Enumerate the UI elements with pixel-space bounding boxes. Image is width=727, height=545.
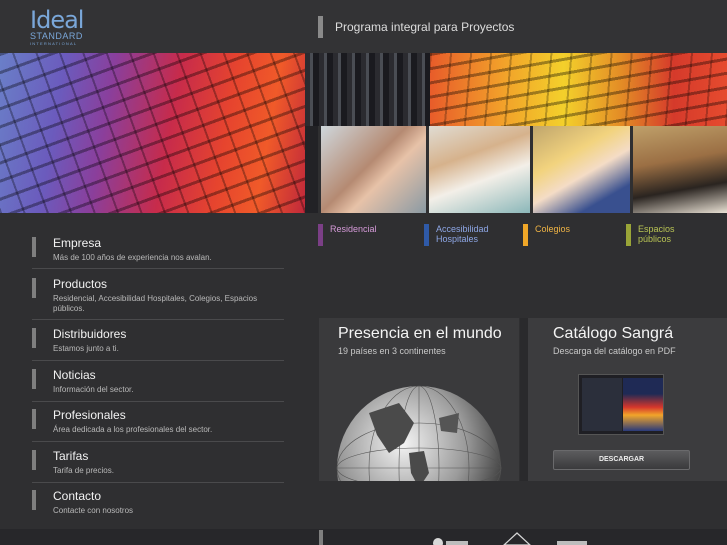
nav-title: Tarifas — [53, 449, 89, 463]
world-subtitle: 19 países en 3 continentes — [338, 346, 446, 356]
header: Ideal STANDARD INTERNATIONAL Programa in… — [0, 0, 727, 53]
nav-bar — [32, 328, 36, 348]
category-label: Accesibilidad Hospitales — [436, 224, 489, 244]
partner-logo-2-icon[interactable] — [502, 532, 532, 545]
header-accent-bar — [318, 16, 323, 38]
category-color-bar — [626, 224, 631, 246]
category-label: Residencial — [330, 224, 377, 234]
photo-residencial — [318, 126, 426, 213]
footer — [0, 529, 727, 545]
nav-separator — [32, 441, 284, 442]
nav-subtitle: Estamos junto a ti. — [53, 344, 119, 353]
catalog-subtitle: Descarga del catálogo en PDF — [553, 346, 676, 356]
partner-logo-3-icon[interactable] — [555, 535, 595, 545]
category-label: Espacios públicos — [638, 224, 675, 244]
download-catalog-button[interactable]: DESCARGAR — [553, 450, 690, 470]
category-color-bar — [424, 224, 429, 246]
panel-divider — [520, 318, 528, 481]
nav-title: Empresa — [53, 236, 102, 250]
catalog-title: Catálogo Sangrá — [553, 325, 674, 342]
page: Ideal STANDARD INTERNATIONAL Programa in… — [0, 0, 727, 545]
nav-separator — [32, 360, 284, 361]
building-colorful-image — [430, 53, 727, 128]
nav-bar — [32, 490, 36, 510]
nav-item-productos[interactable]: Productos Residencial, Accesibilidad Hos… — [32, 277, 284, 315]
logo-text-standard: STANDARD — [30, 31, 83, 41]
category-color-bar — [523, 224, 528, 246]
category-label: Colegios — [535, 224, 571, 234]
category-color-bar — [318, 224, 323, 246]
nav-title: Noticias — [53, 368, 96, 382]
nav-title: Profesionales — [53, 408, 126, 422]
nav-bar — [32, 450, 36, 470]
nav-title: Productos — [53, 277, 108, 291]
building-glass-image — [305, 53, 430, 128]
nav-subtitle: Tarifa de precios. — [53, 466, 114, 475]
catalog-page-left — [582, 378, 622, 431]
catalog-panel: Catálogo Sangrá Descarga del catálogo en… — [528, 318, 727, 481]
world-presence-panel[interactable]: Presencia en el mundo 19 países en 3 con… — [319, 318, 519, 481]
catalog-page-right — [623, 378, 663, 431]
logo-text-ideal: Ideal — [30, 6, 84, 34]
banner-divider — [305, 126, 318, 213]
nav-bar — [32, 369, 36, 389]
ideal-standard-logo[interactable]: Ideal STANDARD INTERNATIONAL — [30, 6, 100, 47]
nav-item-contacto[interactable]: Contacto Contacte con nosotros — [32, 489, 284, 527]
catalog-thumbnail[interactable] — [578, 374, 664, 435]
nav-separator — [32, 401, 284, 402]
globe-icon — [336, 385, 502, 481]
world-title: Presencia en el mundo — [338, 325, 502, 342]
nav-subtitle: Información del sector. — [53, 385, 134, 394]
footer-accent-bar — [319, 530, 323, 545]
nav-separator — [32, 268, 284, 269]
photo-espacios-publicos — [630, 126, 727, 213]
nav-separator — [32, 319, 284, 320]
nav-subtitle: Residencial, Accesibilidad Hospitales, C… — [53, 294, 258, 313]
header-title: Programa integral para Proyectos — [335, 20, 515, 34]
logo-text-international: INTERNATIONAL — [30, 41, 78, 46]
nav-bar — [32, 409, 36, 429]
nav-subtitle: Más de 100 años de experiencia nos avala… — [53, 253, 212, 262]
partner-logo-1-icon[interactable] — [432, 535, 472, 545]
nav-bar — [32, 237, 36, 257]
nav-separator — [32, 482, 284, 483]
photo-hospitales — [426, 126, 530, 213]
nav-subtitle: Área dedicada a los profesionales del se… — [53, 425, 213, 434]
nav-title: Distribuidores — [53, 327, 127, 341]
hero-banner — [0, 53, 727, 213]
nav-title: Contacto — [53, 489, 102, 503]
building-facade-image — [0, 53, 305, 213]
nav-bar — [32, 278, 36, 298]
nav-subtitle: Contacte con nosotros — [53, 506, 134, 515]
photo-colegios — [530, 126, 630, 213]
